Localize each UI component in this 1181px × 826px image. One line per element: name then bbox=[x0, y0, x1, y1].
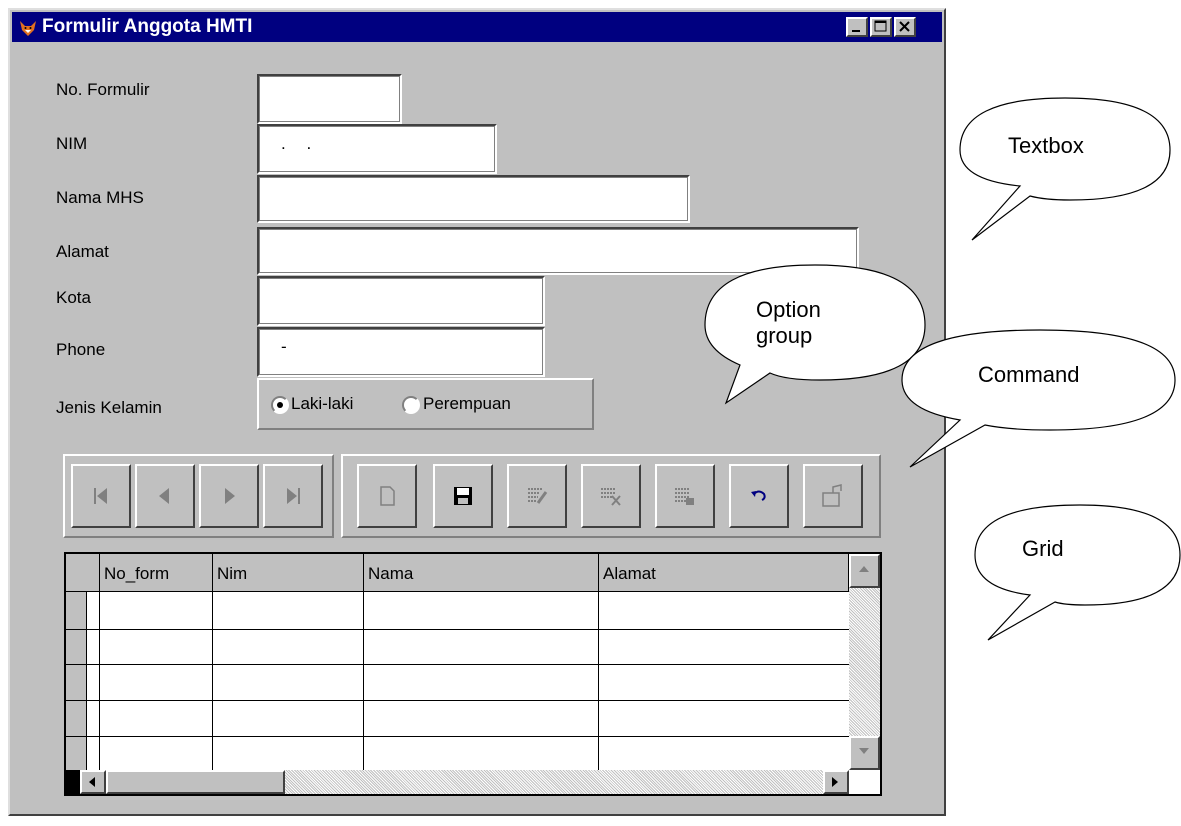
textbox-callout bbox=[959, 97, 1171, 241]
window-title: Formulir Anggota HMTI bbox=[42, 16, 253, 37]
grid-corner-header bbox=[66, 554, 100, 592]
grid-header-nim[interactable]: Nim bbox=[213, 554, 364, 592]
jenis-kelamin-label: Jenis Kelamin bbox=[56, 398, 162, 417]
nim-label: NIM bbox=[56, 134, 88, 153]
option-group-callout-label-2: group bbox=[756, 323, 813, 348]
last-record-button[interactable] bbox=[263, 464, 323, 528]
option-group-callout-label-1: Option bbox=[756, 297, 821, 322]
exit-door-icon bbox=[822, 484, 842, 507]
exit-button[interactable] bbox=[803, 464, 863, 528]
maximize-button[interactable] bbox=[870, 17, 892, 37]
save-button[interactable] bbox=[433, 464, 493, 528]
grid-header-nama[interactable]: Nama bbox=[364, 554, 599, 592]
find-icon bbox=[675, 488, 694, 505]
new-document-icon bbox=[380, 486, 395, 506]
title-bar[interactable]: Formulir Anggota HMTI bbox=[12, 12, 942, 42]
phone-value: - bbox=[281, 337, 287, 356]
perempuan-label: Perempuan bbox=[423, 394, 511, 413]
maximize-icon bbox=[874, 20, 887, 32]
scroll-left-button[interactable] bbox=[80, 770, 106, 794]
next-record-button[interactable] bbox=[199, 464, 259, 528]
arrow-left-icon bbox=[89, 777, 95, 787]
new-button[interactable] bbox=[357, 464, 417, 528]
minimize-button[interactable] bbox=[846, 17, 868, 37]
next-record-icon bbox=[225, 488, 235, 504]
save-disk-icon bbox=[454, 487, 472, 505]
horizontal-scrollbar[interactable] bbox=[80, 770, 849, 794]
grid-split-bar[interactable] bbox=[66, 770, 80, 794]
row-selector-column[interactable] bbox=[66, 592, 87, 770]
command-callout bbox=[901, 329, 1176, 468]
no-formulir-field[interactable] bbox=[257, 74, 402, 124]
jenis-kelamin-option-group: Laki-laki Perempuan bbox=[257, 378, 594, 430]
minimize-icon bbox=[852, 30, 860, 32]
first-record-button[interactable] bbox=[71, 464, 131, 528]
previous-record-icon bbox=[159, 488, 169, 504]
find-button[interactable] bbox=[655, 464, 715, 528]
grid-header-no-form[interactable]: No_form bbox=[100, 554, 213, 592]
textbox-callout-label: Textbox bbox=[1008, 133, 1084, 158]
last-record-icon bbox=[287, 488, 300, 504]
nim-field[interactable]: . . bbox=[257, 124, 497, 174]
kota-label: Kota bbox=[56, 288, 91, 307]
phone-field[interactable]: - bbox=[257, 327, 545, 377]
scroll-up-button[interactable] bbox=[849, 554, 880, 588]
edit-button[interactable] bbox=[507, 464, 567, 528]
row-divider bbox=[66, 629, 849, 630]
column-divider bbox=[598, 592, 599, 770]
row-divider bbox=[66, 700, 849, 701]
phone-label: Phone bbox=[56, 340, 106, 359]
row-divider bbox=[66, 736, 849, 737]
previous-record-button[interactable] bbox=[135, 464, 195, 528]
undo-icon bbox=[751, 490, 766, 501]
fox-app-icon bbox=[20, 21, 36, 36]
nim-value: . . bbox=[281, 134, 320, 153]
kota-field[interactable] bbox=[257, 276, 545, 326]
horizontal-scroll-thumb[interactable] bbox=[106, 770, 285, 794]
delete-button[interactable] bbox=[581, 464, 641, 528]
navigation-button-group bbox=[63, 454, 334, 538]
grid-callout-label: Grid bbox=[1022, 536, 1064, 561]
close-button[interactable] bbox=[894, 17, 916, 37]
command-callout-label: Command bbox=[978, 362, 1080, 387]
form-window: Formulir Anggota HMTI No. Formulir NIM N… bbox=[8, 8, 946, 816]
alamat-label: Alamat bbox=[56, 242, 109, 261]
laki-laki-label: Laki-laki bbox=[291, 394, 354, 413]
arrow-right-icon bbox=[832, 777, 838, 787]
edit-icon bbox=[528, 488, 548, 504]
scroll-right-button[interactable] bbox=[823, 770, 849, 794]
grid-callout bbox=[974, 504, 1181, 641]
column-divider bbox=[212, 592, 213, 770]
row-divider bbox=[66, 664, 849, 665]
arrow-up-icon bbox=[859, 566, 869, 572]
no-formulir-label: No. Formulir bbox=[56, 80, 150, 99]
arrow-down-icon bbox=[859, 748, 869, 754]
vertical-scrollbar[interactable] bbox=[849, 554, 880, 770]
column-divider bbox=[99, 592, 100, 770]
command-button-group bbox=[341, 454, 881, 538]
delete-icon bbox=[601, 488, 621, 506]
undo-button[interactable] bbox=[729, 464, 789, 528]
close-icon bbox=[899, 21, 910, 32]
laki-laki-radio[interactable] bbox=[271, 396, 289, 414]
perempuan-radio[interactable] bbox=[402, 396, 420, 414]
grid-header-alamat[interactable]: Alamat bbox=[599, 554, 849, 592]
nama-mhs-field[interactable] bbox=[257, 175, 690, 223]
data-grid[interactable]: No_form Nim Nama Alamat bbox=[64, 552, 882, 796]
nama-mhs-label: Nama MHS bbox=[56, 188, 144, 207]
column-divider bbox=[363, 592, 364, 770]
first-record-icon bbox=[94, 488, 107, 504]
scroll-down-button[interactable] bbox=[849, 736, 880, 770]
